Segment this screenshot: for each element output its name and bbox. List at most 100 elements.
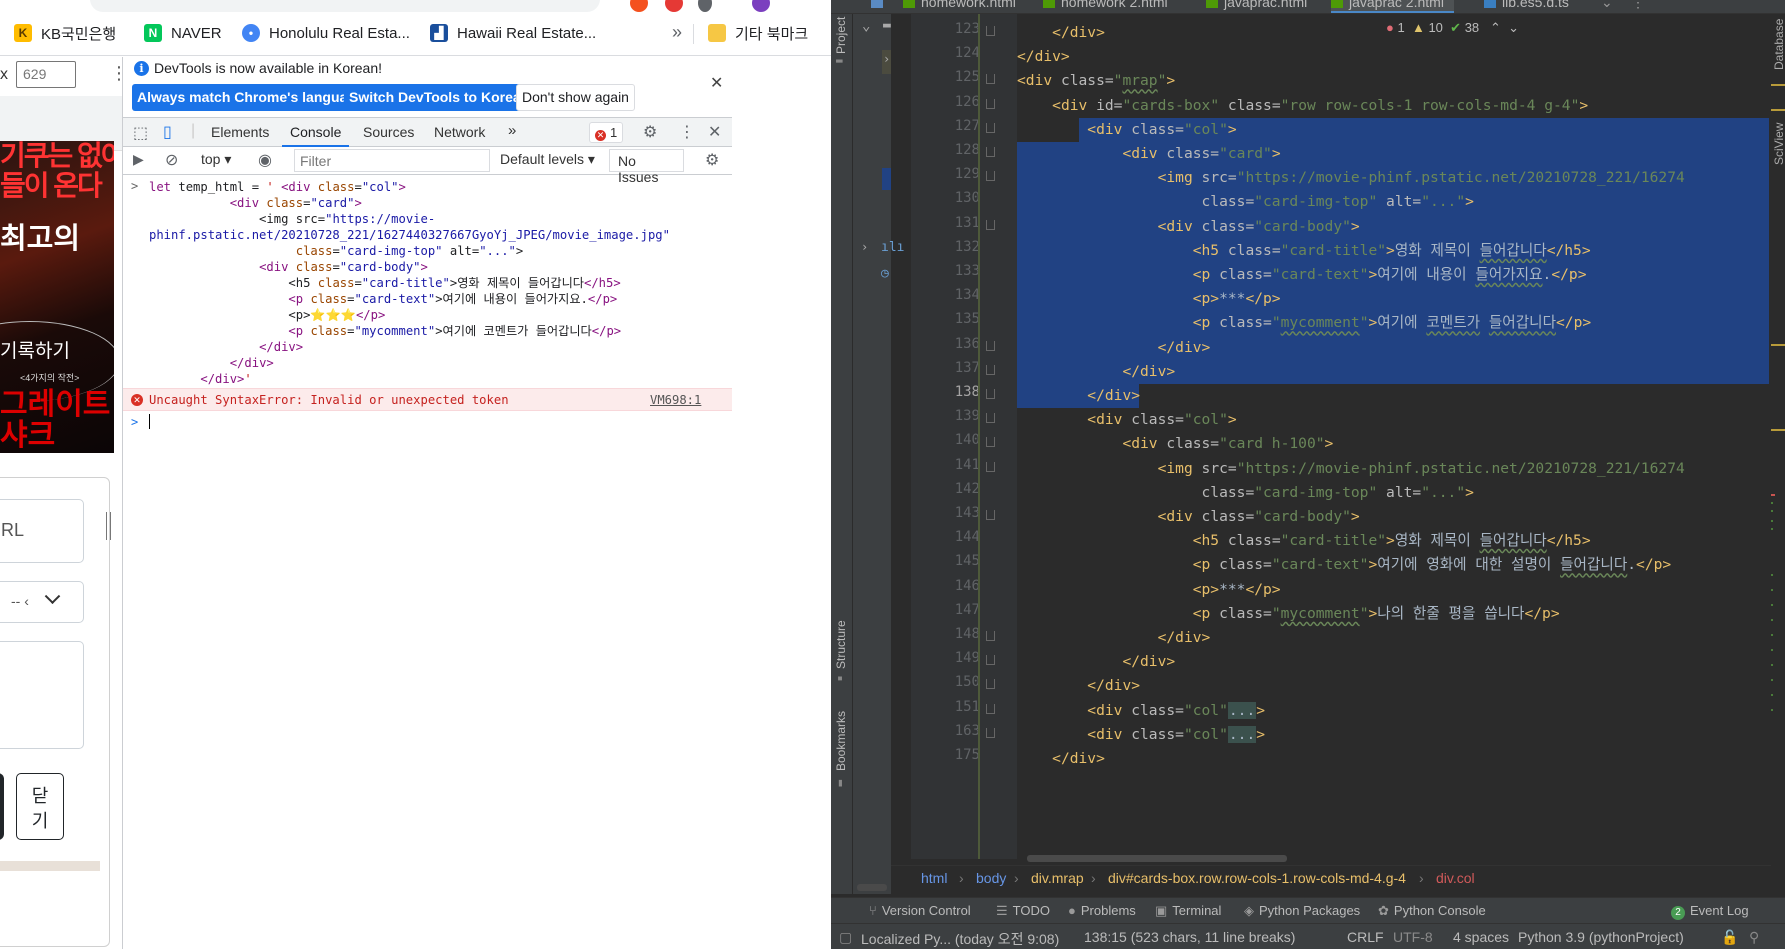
code-line[interactable]: <p>***</p> xyxy=(1017,287,1281,313)
line-separator[interactable]: CRLF xyxy=(1347,929,1384,945)
fold-marker-icon[interactable] xyxy=(986,413,995,424)
fold-marker-icon[interactable] xyxy=(986,219,995,230)
version-control-tool[interactable]: ⑂ Version Control xyxy=(869,903,971,918)
code-editor[interactable]: </div> </div> <div class="mrap"> <div id="… xyxy=(1017,14,1769,859)
editor-tab-homework-2[interactable]: homework 2.html xyxy=(1043,0,1168,13)
breadcrumb-item[interactable]: body xyxy=(976,870,1006,886)
breadcrumb-item[interactable]: html xyxy=(921,870,947,886)
code-line[interactable]: <p class="mycomment">나의 한줄 평을 씁니다</p> xyxy=(1017,602,1560,628)
problems-tool[interactable]: ● Problems xyxy=(1068,903,1136,918)
number-input[interactable]: 629 xyxy=(16,61,76,88)
editor-tab[interactable] xyxy=(871,0,889,13)
code-line[interactable]: <div class="col"...> xyxy=(1017,699,1265,725)
code-line[interactable]: class="card-img-top" alt="..."> xyxy=(1017,190,1474,216)
indent-setting[interactable]: 4 spaces xyxy=(1453,929,1509,945)
extension-icon[interactable] xyxy=(630,0,648,12)
terminal-tool[interactable]: ▣ Terminal xyxy=(1155,903,1221,919)
close-button[interactable]: 닫 기 xyxy=(16,773,64,840)
url-input[interactable]: RL xyxy=(0,499,84,563)
fold-marker-icon[interactable] xyxy=(986,122,995,133)
code-line[interactable]: <img src="https://movie-phinf.pstatic.ne… xyxy=(1017,166,1685,192)
record-button[interactable] xyxy=(0,773,4,840)
bookmark-kb[interactable]: K KB국민은행 xyxy=(14,22,116,44)
chevron-down-icon[interactable]: ⌄ xyxy=(862,18,870,34)
console-filter-input[interactable]: Filter xyxy=(294,149,490,172)
bookmark-hawaii[interactable]: ▟ Hawaii Real Estate... xyxy=(430,22,596,44)
code-line[interactable]: </div> xyxy=(1017,384,1140,410)
dont-show-again-button[interactable]: Don't show again xyxy=(516,84,635,111)
fold-marker-icon[interactable] xyxy=(986,171,995,182)
code-line[interactable]: <div class="card-body"> xyxy=(1017,215,1360,241)
code-line[interactable]: </div> xyxy=(1017,360,1175,386)
log-levels-select[interactable]: Default levels ▾ xyxy=(500,151,595,168)
code-line[interactable]: <div class="card-body"> xyxy=(1017,505,1360,531)
close-devtools-icon[interactable]: ✕ xyxy=(708,122,721,142)
eye-icon[interactable]: ◉ xyxy=(258,150,272,170)
code-line[interactable]: <h5 class="card-title">영화 제목이 들어갑니다</h5> xyxy=(1017,529,1591,555)
fold-marker-icon[interactable] xyxy=(986,26,995,36)
fold-marker-icon[interactable] xyxy=(986,631,995,641)
database-tool-label[interactable]: Database xyxy=(1772,19,1785,70)
bookmark-naver[interactable]: N NAVER xyxy=(144,22,222,44)
code-line[interactable]: </div> xyxy=(1017,747,1105,773)
code-line[interactable]: </div> xyxy=(1017,674,1140,700)
file-encoding[interactable]: UTF-8 xyxy=(1393,929,1433,945)
gear-icon[interactable]: ⚙ xyxy=(643,122,657,142)
tab-elements[interactable]: Elements xyxy=(211,118,269,147)
code-line[interactable]: </div> xyxy=(1017,650,1175,676)
inspect-element-icon[interactable]: ⬚ xyxy=(133,123,148,143)
tree-row-selected[interactable] xyxy=(882,168,891,190)
rating-select[interactable]: -- ‹ xyxy=(0,581,84,623)
editor-tab-javaprac-2[interactable]: javaprac 2.html xyxy=(1331,0,1454,13)
code-line[interactable]: </div> xyxy=(1017,626,1211,652)
fold-marker-icon[interactable] xyxy=(986,510,995,520)
fold-marker-icon[interactable] xyxy=(986,461,995,472)
fold-marker-icon[interactable] xyxy=(986,389,995,399)
more-vert-icon[interactable]: ⋮ xyxy=(679,122,695,142)
code-line[interactable]: </div> xyxy=(1017,45,1070,71)
console-caret[interactable] xyxy=(149,414,150,429)
bookmark-honolulu[interactable]: • Honolulu Real Esta... xyxy=(242,22,410,44)
code-line[interactable]: <div id="cards-box" class="row row-cols-… xyxy=(1017,94,1588,120)
fold-marker-icon[interactable] xyxy=(986,437,995,448)
code-line[interactable]: class="card-img-top" alt="..."> xyxy=(1017,481,1474,507)
code-line[interactable]: <div class="card"> xyxy=(1017,142,1280,168)
code-line[interactable]: <div class="card h-100"> xyxy=(1017,432,1333,458)
status-toggle-icon[interactable]: ▢ xyxy=(839,929,852,946)
code-line[interactable]: <p class="card-text">여기에 내용이 들어가지요.</p> xyxy=(1017,263,1587,289)
code-line[interactable]: <h5 class="card-title">영화 제목이 들어갑니다</h5> xyxy=(1017,239,1591,265)
python-packages-tool[interactable]: ◈ Python Packages xyxy=(1244,903,1360,919)
chevron-right-icon[interactable]: › xyxy=(861,240,868,254)
switch-devtools-korean-button[interactable]: Switch DevTools to Korean xyxy=(344,84,535,111)
code-line[interactable]: <div class="col"...> xyxy=(1017,723,1265,749)
issues-button[interactable]: No Issues xyxy=(609,149,684,185)
code-line[interactable]: <p>***</p> xyxy=(1017,578,1281,604)
editor-tab-homework[interactable]: homework.html xyxy=(903,0,1016,13)
todo-tool[interactable]: ☰ TODO xyxy=(996,903,1050,919)
code-line[interactable]: <div class="mrap"> xyxy=(1017,69,1175,95)
editor-tab-lib-es5[interactable]: lib.es5.d.ts xyxy=(1484,0,1569,13)
bookmarks-overflow-button[interactable]: » xyxy=(672,22,682,43)
status-message[interactable]: Localized Py... (today 오전 9:08) xyxy=(861,929,1059,949)
chevron-up-icon[interactable]: ⌃ xyxy=(1490,20,1501,35)
code-line[interactable]: <p class="mycomment">여기에 코멘트가 들어갑니다</p> xyxy=(1017,311,1591,337)
splitter-handle[interactable] xyxy=(106,512,111,540)
sciview-tool-label[interactable]: SciView xyxy=(1772,123,1785,165)
pinterest-icon[interactable] xyxy=(665,0,683,12)
fold-marker-icon[interactable] xyxy=(986,364,995,375)
event-log-tool[interactable]: 2 Event Log xyxy=(1671,903,1749,920)
code-line[interactable]: <div class="col"> xyxy=(1017,118,1236,144)
extension-icon[interactable] xyxy=(698,0,712,12)
address-bar[interactable] xyxy=(90,0,600,12)
tab-console[interactable]: Console xyxy=(282,118,350,147)
python-interpreter[interactable]: Python 3.9 (pythonProject) xyxy=(1518,929,1684,945)
bookmarks-tool-label[interactable]: Bookmarks xyxy=(834,711,848,771)
tab-more-icon[interactable]: ⋮ xyxy=(1631,0,1645,13)
code-line[interactable]: <p class="card-text">여기에 영화에 대한 설명이 들어갑니… xyxy=(1017,553,1671,579)
breadcrumb-item[interactable]: div.col xyxy=(1436,870,1475,886)
python-console-tool[interactable]: ✿ Python Console xyxy=(1378,903,1486,919)
fold-marker-icon[interactable] xyxy=(986,147,995,157)
error-count-badge[interactable]: ✕ 1 xyxy=(589,122,623,143)
tab-sources[interactable]: Sources xyxy=(363,118,414,147)
fold-marker-icon[interactable] xyxy=(986,679,995,690)
